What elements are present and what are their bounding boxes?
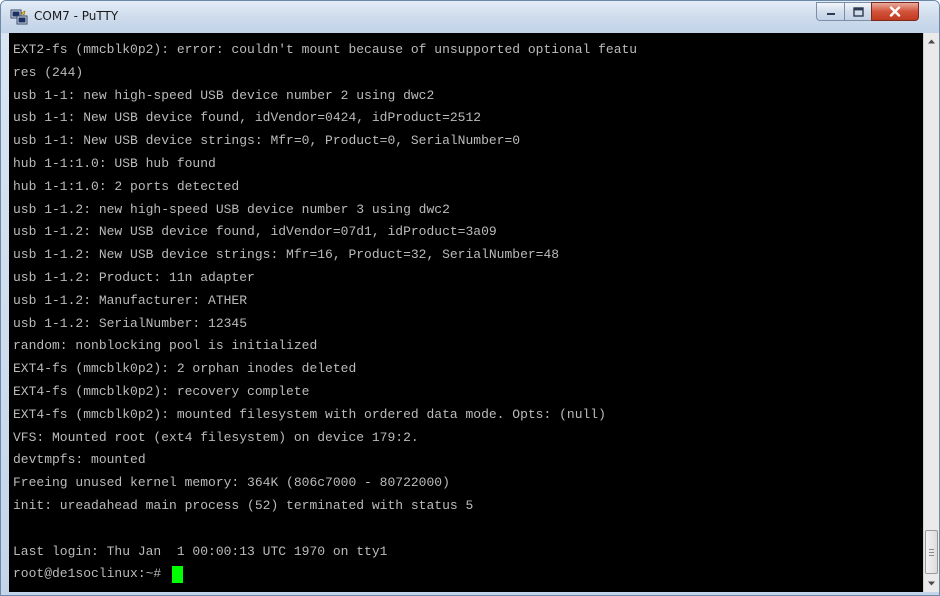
putty-window: COM7 - PuTTY EXT2-fs (mmcblk0p2): error:… — [0, 0, 940, 596]
scroll-up-arrow-icon — [928, 39, 935, 44]
scroll-thumb[interactable] — [925, 530, 938, 574]
maximize-icon — [852, 6, 864, 17]
terminal-line: VFS: Mounted root (ext4 filesystem) on d… — [13, 429, 419, 445]
terminal-line: res (244) — [13, 64, 84, 80]
grip-icon — [929, 548, 934, 556]
prompt-line[interactable]: root@de1soclinux:~# — [13, 563, 637, 586]
terminal-area[interactable]: EXT2-fs (mmcblk0p2): error: couldn't mou… — [9, 33, 923, 592]
terminal-line: init: ureadahead main process (52) termi… — [13, 497, 474, 513]
terminal-line: usb 1-1.2: New USB device strings: Mfr=1… — [13, 247, 560, 263]
maximize-button[interactable] — [844, 2, 871, 21]
terminal-line: usb 1-1.2: New USB device found, idVendo… — [13, 224, 497, 240]
terminal-line: usb 1-1.2: Product: 11n adapter — [13, 269, 255, 285]
shell-prompt: root@de1soclinux:~# — [13, 566, 170, 582]
terminal-line: Last login: Thu Jan 1 00:00:13 UTC 1970 … — [13, 543, 388, 559]
scroll-down-arrow-icon — [928, 581, 935, 586]
vertical-scrollbar[interactable] — [923, 33, 939, 592]
terminal-line: devtmpfs: mounted — [13, 452, 146, 468]
scroll-down-button[interactable] — [924, 575, 939, 592]
close-button[interactable] — [871, 2, 919, 21]
scroll-up-button[interactable] — [924, 33, 939, 50]
terminal-line: EXT4-fs (mmcblk0p2): mounted filesystem … — [13, 406, 606, 422]
terminal-line: usb 1-1.2: SerialNumber: 12345 — [13, 315, 248, 331]
window-title: COM7 - PuTTY — [34, 9, 119, 23]
terminal-line: usb 1-1.2: new high-speed USB device num… — [13, 201, 450, 217]
title-bar[interactable]: COM7 - PuTTY — [1, 1, 939, 33]
terminal-line: usb 1-1: New USB device found, idVendor=… — [13, 110, 482, 126]
terminal-line: random: nonblocking pool is initialized — [13, 338, 318, 354]
minimize-button[interactable] — [816, 2, 844, 21]
terminal-line: hub 1-1:1.0: 2 ports detected — [13, 178, 240, 194]
minimize-icon — [826, 12, 835, 15]
terminal-line: usb 1-1: New USB device strings: Mfr=0, … — [13, 133, 521, 149]
putty-icon — [10, 9, 28, 25]
terminal-output: EXT2-fs (mmcblk0p2): error: couldn't mou… — [13, 39, 637, 586]
terminal-line: usb 1-1.2: Manufacturer: ATHER — [13, 292, 248, 308]
terminal-line: Freeing unused kernel memory: 364K (806c… — [13, 475, 450, 491]
terminal-line: hub 1-1:1.0: USB hub found — [13, 155, 216, 171]
terminal-line: usb 1-1: new high-speed USB device numbe… — [13, 87, 435, 103]
text-cursor — [172, 566, 184, 584]
close-icon — [889, 6, 901, 17]
terminal-line: EXT2-fs (mmcblk0p2): error: couldn't mou… — [13, 42, 638, 57]
terminal-line: EXT4-fs (mmcblk0p2): recovery complete — [13, 383, 310, 399]
terminal-line: EXT4-fs (mmcblk0p2): 2 orphan inodes del… — [13, 361, 357, 377]
